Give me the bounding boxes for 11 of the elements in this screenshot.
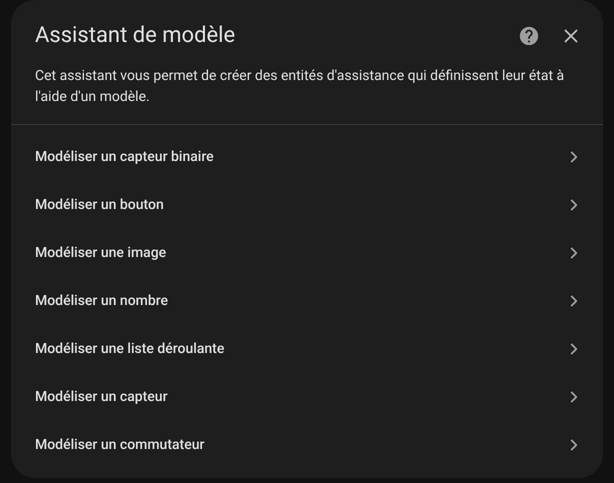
menu-item[interactable]: Modéliser un bouton <box>11 181 603 229</box>
menu-item[interactable]: Modéliser un commutateur <box>11 421 603 469</box>
menu-item[interactable]: Modéliser une image <box>11 229 603 277</box>
dialog-description: Cet assistant vous permet de créer des entités d'assistance qui définissent leur état à l'aide d'un modèle. <box>11 66 603 125</box>
menu-item[interactable]: Modéliser un nombre <box>11 277 603 325</box>
help-icon <box>518 25 540 47</box>
dialog-title: Assistant de modèle <box>35 22 236 50</box>
menu-item[interactable]: Modéliser une liste déroulante <box>11 325 603 373</box>
help-button[interactable] <box>517 24 541 48</box>
menu-item[interactable]: Modéliser un capteur <box>11 373 603 421</box>
menu-item[interactable]: Modéliser un capteur binaire <box>11 133 603 181</box>
